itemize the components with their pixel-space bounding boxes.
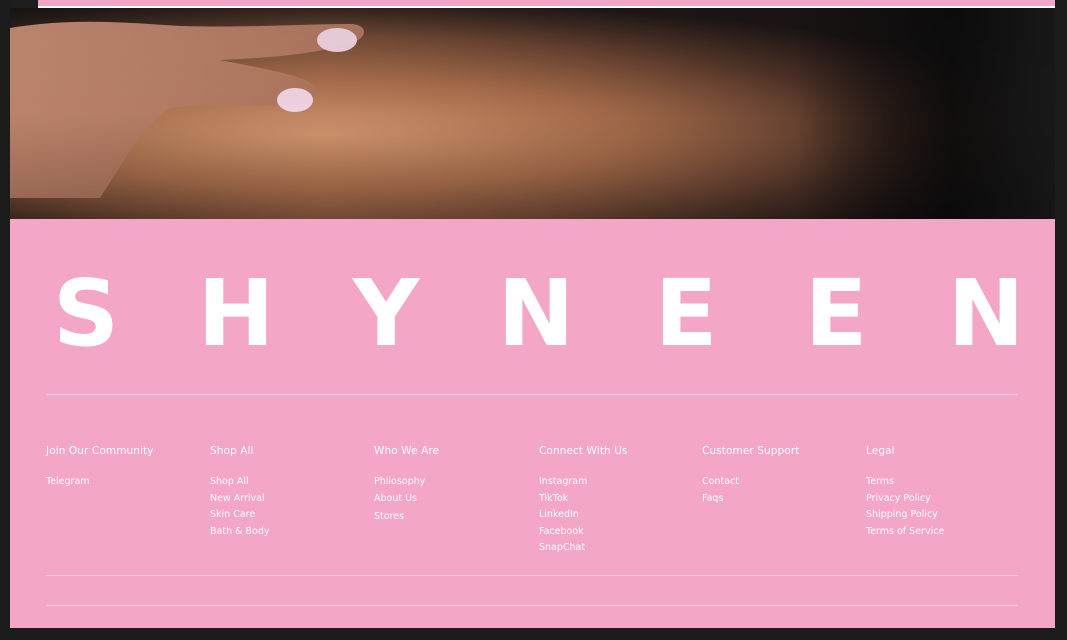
footer-link-contact[interactable]: Contact xyxy=(702,474,866,491)
footer-link-facebook[interactable]: Facebook xyxy=(539,524,702,541)
brand-letter: N xyxy=(947,260,1025,367)
footer-link-terms-of-service[interactable]: Terms of Service xyxy=(866,524,1026,541)
footer-column-shop: Shop All Shop All New Arrival Skin Care … xyxy=(210,445,374,575)
brand-wordmark: S H Y N E E N xyxy=(46,259,1026,369)
column-title: Customer Support xyxy=(702,445,800,457)
footer-link-bath-body[interactable]: Bath & Body xyxy=(210,524,374,541)
footer-link-snapchat[interactable]: SnapChat xyxy=(539,540,702,557)
footer-column-connect: Connect With Us Instagram TikTok LinkedI… xyxy=(539,445,702,575)
column-title: Shop All xyxy=(210,445,254,457)
footer-link-faqs[interactable]: Faqs xyxy=(702,491,866,508)
brand-letter: N xyxy=(497,260,575,367)
footer-divider-bottom xyxy=(46,575,1018,576)
brand-letter: E xyxy=(654,260,718,367)
frame-left xyxy=(0,0,10,640)
footer-link-tiktok[interactable]: TikTok xyxy=(539,491,702,508)
footer-link-instagram[interactable]: Instagram xyxy=(539,474,702,491)
footer-link-philosophy[interactable]: Philosophy xyxy=(374,474,539,491)
column-title: Legal xyxy=(866,445,895,457)
column-title: Connect With Us xyxy=(539,445,628,457)
footer-link-skin-care[interactable]: Skin Care xyxy=(210,507,374,524)
footer-link-shipping-policy[interactable]: Shipping Policy xyxy=(866,507,1026,524)
site-footer: S H Y N E E N Join Our Community Telegra… xyxy=(10,219,1055,628)
hero-shadow xyxy=(795,8,1055,219)
footer-link-privacy-policy[interactable]: Privacy Policy xyxy=(866,491,1026,508)
footer-column-who-we-are: Who We Are Philosophy About Us Stores xyxy=(374,445,539,575)
footer-divider-base xyxy=(46,605,1018,606)
footer-divider-top xyxy=(46,394,1018,395)
footer-link-about-us[interactable]: About Us xyxy=(374,491,539,508)
hero-image xyxy=(10,8,1055,219)
brand-letter: H xyxy=(197,260,275,367)
footer-column-community: Join Our Community Telegram xyxy=(46,445,210,575)
footer-link-stores[interactable]: Stores xyxy=(374,509,539,526)
footer-link-shop-all[interactable]: Shop All xyxy=(210,474,374,491)
brand-letter: E xyxy=(804,260,868,367)
hand-illustration xyxy=(10,21,364,198)
footer-link-new-arrival[interactable]: New Arrival xyxy=(210,491,374,508)
top-strip xyxy=(38,0,1055,8)
brand-letter: S xyxy=(52,260,120,367)
footer-link-linkedin[interactable]: LinkedIn xyxy=(539,507,702,524)
column-title: Who We Are xyxy=(374,445,440,457)
footer-link-telegram[interactable]: Telegram xyxy=(46,474,210,491)
footer-columns: Join Our Community Telegram Shop All Sho… xyxy=(46,445,1026,575)
footer-link-terms[interactable]: Terms xyxy=(866,474,1026,491)
page: S H Y N E E N Join Our Community Telegra… xyxy=(0,0,1067,640)
frame-bottom xyxy=(0,628,1067,640)
footer-column-support: Customer Support Contact Faqs xyxy=(702,445,866,575)
frame-right xyxy=(1055,0,1067,640)
footer-column-legal: Legal Terms Privacy Policy Shipping Poli… xyxy=(866,445,1026,575)
brand-letter: Y xyxy=(352,260,420,367)
column-title: Join Our Community xyxy=(46,445,154,457)
